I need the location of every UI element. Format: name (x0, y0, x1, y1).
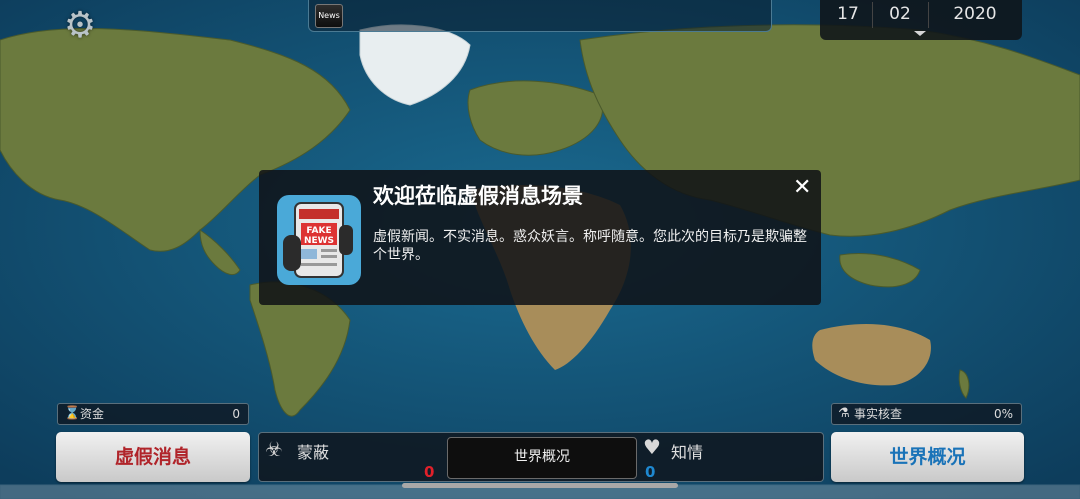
fact-check-panel: ⚗ 事实核查 0% (831, 403, 1022, 425)
date-expand-icon[interactable] (914, 31, 926, 36)
hourglass-icon: ⌛ (64, 406, 81, 421)
date-divider (872, 2, 873, 28)
welcome-dialog: FAKE NEWS 欢迎莅临虚假消息场景 ✕ 虚假新闻。不实消息。惑众妖言。称呼… (259, 170, 821, 305)
icon-text-news: NEWS (304, 236, 334, 246)
awareness-value: 0 (645, 463, 656, 481)
home-indicator[interactable] (402, 483, 678, 488)
stats-panel: ☣ 蒙蔽 0 世界概况 ♥ 知情 0 (258, 432, 824, 482)
microscope-icon: ⚗ (838, 406, 850, 421)
icon-text-fake: FAKE (306, 226, 331, 236)
date-year: 2020 (953, 4, 997, 24)
awareness-label: 知情 (671, 443, 704, 462)
fake-news-icon: FAKE NEWS (277, 195, 361, 285)
fact-check-value: 0% (993, 407, 1013, 421)
funds-panel: ⌛ 资金 0 (57, 403, 249, 425)
fake-news-button[interactable]: 虚假消息 (56, 432, 250, 482)
stealth-label: 蒙蔽 (297, 443, 330, 462)
settings-gear-icon[interactable]: ⚙ (60, 6, 100, 46)
news-icon[interactable]: News (315, 4, 343, 28)
funds-label: 资金 (80, 407, 105, 421)
funds-value: 0 (232, 407, 240, 421)
date-month: 02 (889, 4, 911, 24)
date-divider (928, 2, 929, 28)
biohazard-icon: ☣ (265, 437, 283, 461)
stealth-value: 0 (424, 463, 435, 481)
fact-check-label: 事实核查 (854, 407, 903, 421)
heart-icon: ♥ (643, 435, 661, 459)
close-icon[interactable]: ✕ (793, 175, 811, 200)
world-overview-button[interactable]: 世界概况 (831, 432, 1024, 482)
dialog-title: 欢迎莅临虚假消息场景 (373, 184, 583, 208)
world-overview-center-button[interactable]: 世界概况 (447, 437, 637, 479)
date-day: 17 (837, 4, 859, 24)
news-ticker[interactable]: News (308, 0, 772, 32)
dialog-body: 虚假新闻。不实消息。惑众妖言。称呼随意。您此次的目标乃是欺骗整个世界。 (373, 229, 807, 263)
